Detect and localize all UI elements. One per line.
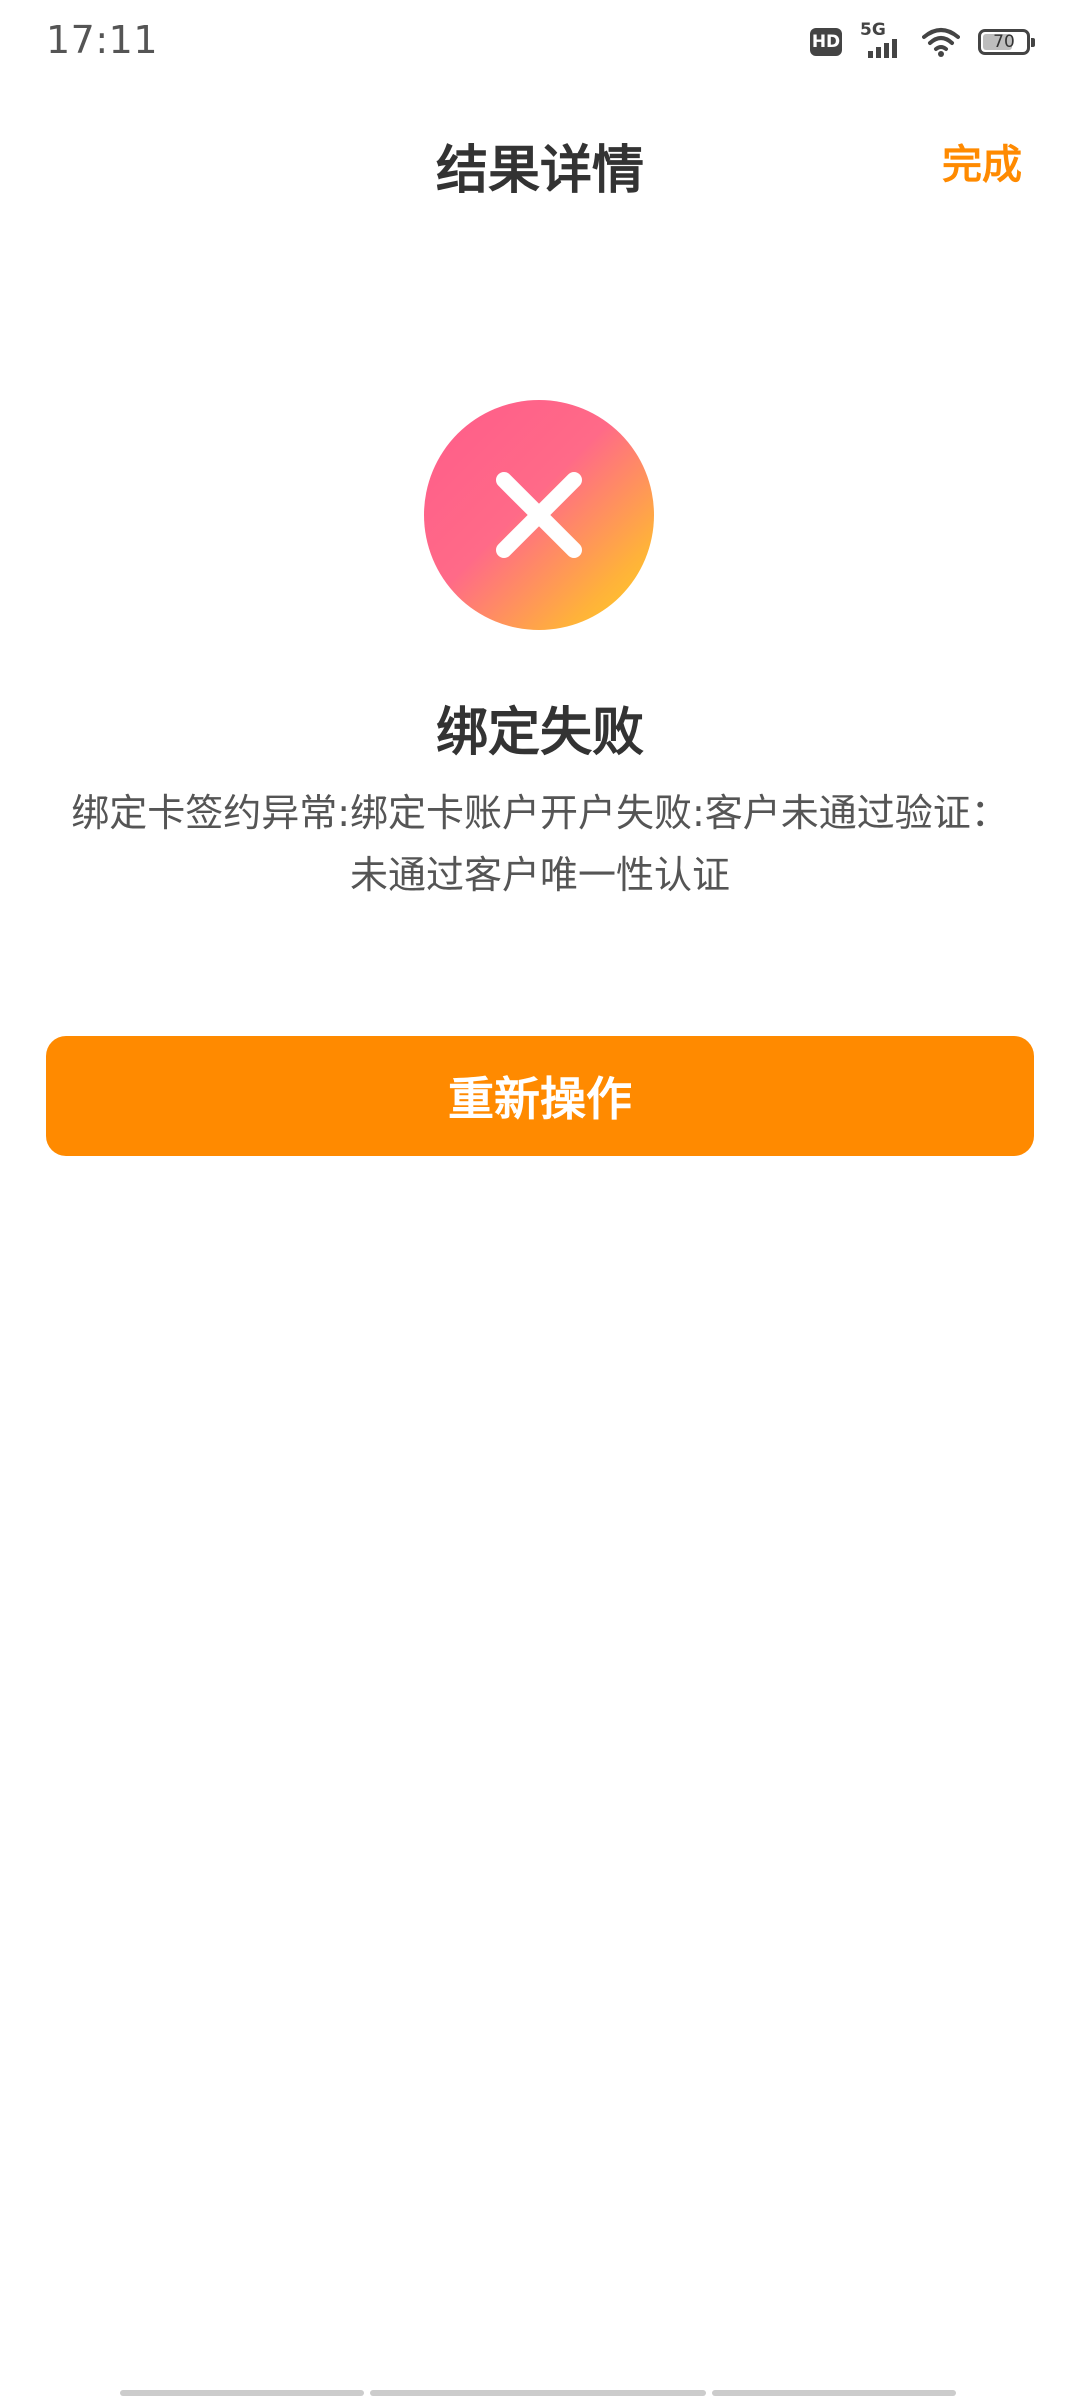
done-button[interactable]: 完成 xyxy=(942,132,1022,190)
status-icons: HD 5G 70 xyxy=(810,20,1035,60)
hd-icon: HD xyxy=(810,28,842,56)
home-indicator-segment xyxy=(712,2390,956,2396)
network-type-label: 5G xyxy=(860,20,886,40)
page-title: 结果详情 xyxy=(435,141,644,201)
status-bar: 17:11 HD 5G 70 xyxy=(0,0,1080,84)
result-title: 绑定失败 xyxy=(435,703,644,763)
signal-bars-icon xyxy=(868,39,897,58)
status-time: 17:11 xyxy=(46,18,159,62)
header-bar: 结果详情 完成 xyxy=(0,100,1080,210)
home-indicator xyxy=(120,2390,960,2398)
error-x-icon xyxy=(424,400,654,630)
result-message-line-2: 未通过客户唯一性认证 xyxy=(349,853,730,897)
wifi-icon xyxy=(922,28,960,57)
home-indicator-segment xyxy=(120,2390,364,2396)
close-icon xyxy=(496,472,582,558)
home-indicator-segment xyxy=(370,2390,706,2396)
cellular-signal-icon: 5G xyxy=(860,20,904,60)
result-message-line-1: 绑定卡签约异常:绑定卡账户开户失败:客户未通过验证： xyxy=(71,791,1009,835)
battery-level: 70 xyxy=(993,31,1015,52)
battery-icon: 70 xyxy=(978,29,1035,55)
result-message: 绑定卡签约异常:绑定卡账户开户失败:客户未通过验证： 未通过客户唯一性认证 xyxy=(40,782,1040,906)
retry-button[interactable]: 重新操作 xyxy=(46,1036,1034,1156)
